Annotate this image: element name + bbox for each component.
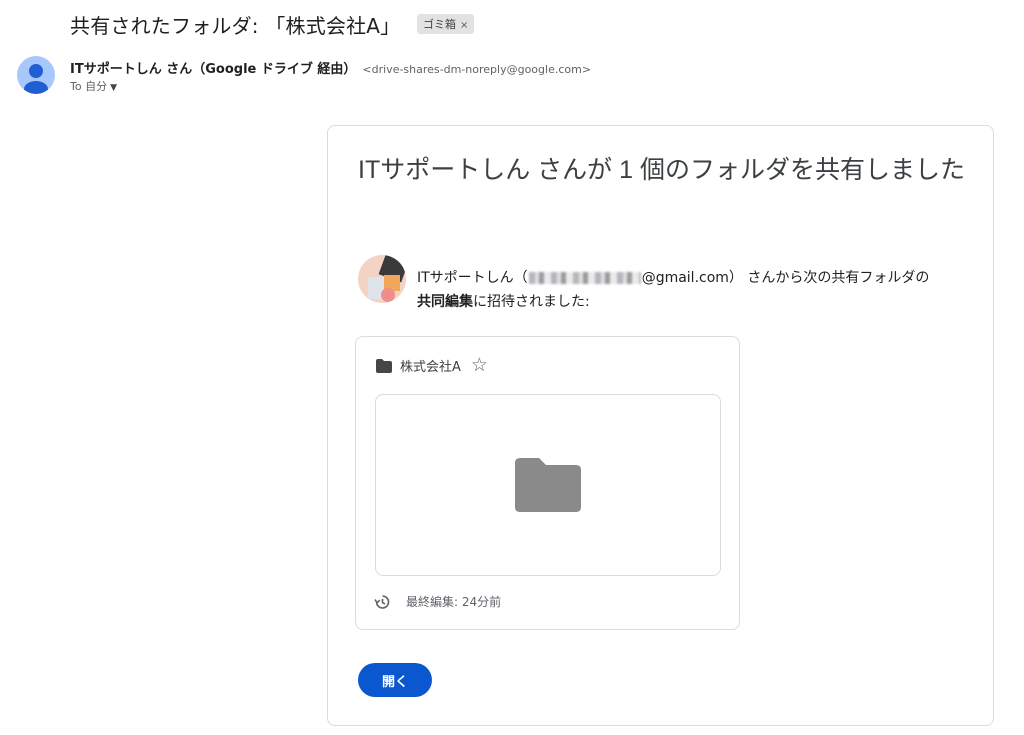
last-modified: 最終編集: 24分前	[374, 593, 501, 610]
sender-email: <drive-shares-dm-noreply@google.com>	[362, 63, 592, 76]
folder-icon	[376, 358, 392, 373]
redacted-email	[528, 272, 641, 284]
label-text: ゴミ箱	[423, 18, 456, 31]
sender-line: ITサポートしん さん（Google ドライブ 経由） <drive-shares…	[70, 58, 591, 77]
star-outline-icon[interactable]: ☆	[471, 356, 488, 375]
recipient-label: To 自分	[70, 80, 108, 93]
history-icon	[374, 594, 390, 609]
invite-prefix: ITサポートしん（	[417, 270, 528, 286]
sender-avatar[interactable]	[17, 56, 55, 94]
invite-role: 共同編集	[417, 294, 473, 310]
sharer-photo-icon	[358, 255, 406, 303]
recipient-dropdown[interactable]: To 自分 ▼	[70, 78, 117, 94]
trash-label-chip[interactable]: ゴミ箱 ×	[417, 14, 475, 34]
person-icon	[24, 64, 48, 94]
chevron-down-icon[interactable]: ▼	[110, 83, 117, 93]
share-headline: ITサポートしん さんが 1 個のフォルダを共有しました	[358, 156, 965, 184]
invite-email-suffix: @gmail.com）	[641, 270, 743, 286]
modified-text: 最終編集: 24分前	[406, 595, 502, 609]
open-button[interactable]: 開く	[358, 663, 432, 697]
folder-header: 株式会社A ☆	[376, 356, 488, 375]
invite-message: ITサポートしん（ @gmail.com） さんから次の共有フォルダの共同編集に招…	[417, 266, 977, 314]
invite-mid: さんから次の共有フォルダの	[742, 270, 930, 286]
folder-preview[interactable]	[375, 394, 721, 576]
email-subject: 共有されたフォルダ: 「株式会社A」	[70, 14, 401, 38]
folder-name[interactable]: 株式会社A	[400, 356, 461, 375]
sender-name[interactable]: ITサポートしん さん（Google ドライブ 経由）	[70, 62, 356, 77]
large-folder-icon	[515, 458, 581, 512]
invite-suffix: に招待されました:	[473, 294, 590, 310]
sharer-avatar	[358, 255, 406, 303]
remove-label-icon[interactable]: ×	[460, 20, 468, 31]
